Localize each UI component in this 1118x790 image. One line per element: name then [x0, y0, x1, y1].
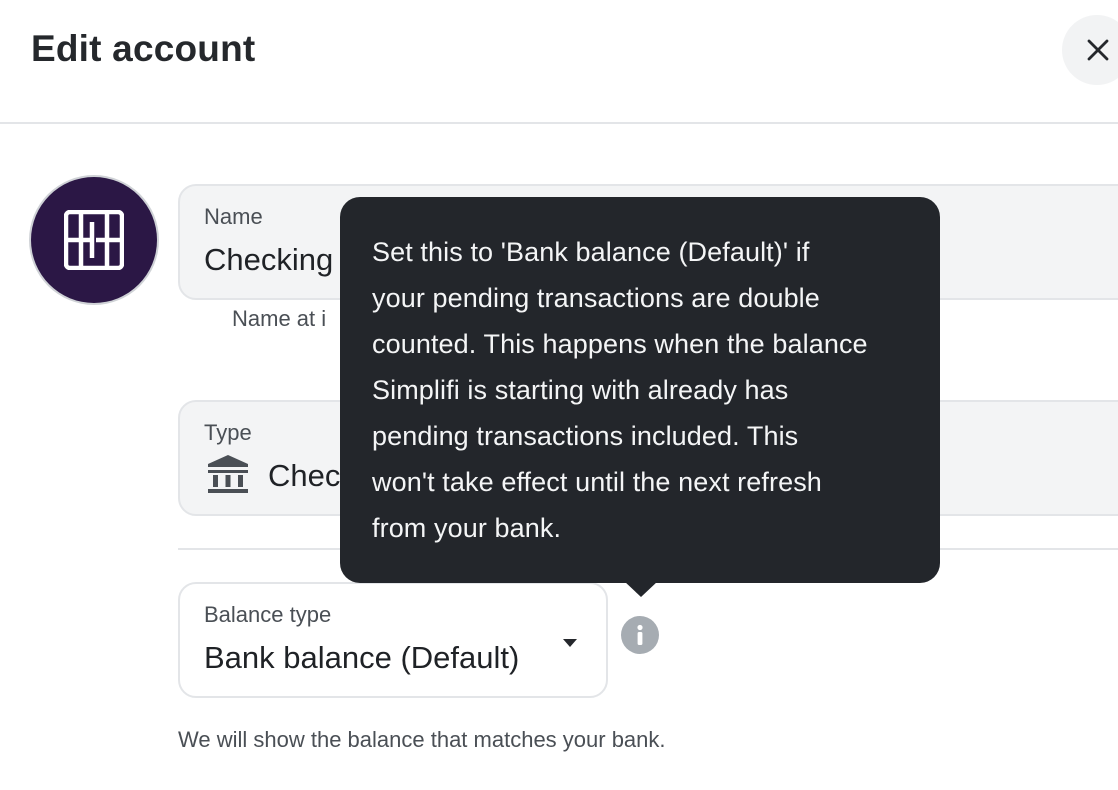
name-helper-text: Name at i [232, 306, 327, 331]
tooltip-line: won't take effect until the next refresh [372, 467, 822, 497]
info-icon[interactable] [621, 616, 659, 654]
chevron-down-icon [563, 639, 577, 647]
close-icon [1087, 39, 1109, 61]
name-field-label: Name [204, 204, 263, 229]
tooltip-line: counted. This happens when the balance [372, 329, 868, 359]
tooltip-arrow [624, 581, 658, 597]
balance-type-label: Balance type [204, 602, 332, 627]
institution-logo-icon [64, 210, 124, 270]
info-tooltip: Set this to 'Bank balance (Default)' if … [340, 197, 940, 583]
tooltip-line: your pending transactions are double [372, 283, 820, 313]
close-button[interactable] [1062, 15, 1118, 85]
dialog-header: Edit account [0, 0, 1118, 124]
balance-type-select[interactable]: Balance type Bank balance (Default) [178, 582, 608, 698]
page-title: Edit account [31, 28, 256, 69]
tooltip-text: Set this to 'Bank balance (Default)' if … [372, 229, 912, 551]
tooltip-line: from your bank. [372, 513, 562, 543]
bank-icon [208, 455, 248, 493]
tooltip-line: pending transactions included. This [372, 421, 799, 451]
balance-helper-text: We will show the balance that matches yo… [178, 727, 666, 752]
balance-type-value: Bank balance (Default) [204, 640, 520, 675]
tooltip-line: Simplifi is starting with already has [372, 375, 789, 405]
tooltip-line: Set this to 'Bank balance (Default)' if [372, 237, 810, 267]
avatar[interactable] [31, 177, 157, 303]
name-input[interactable]: Checking [204, 242, 333, 278]
type-select-value: Chec [268, 458, 341, 493]
type-field-label: Type [204, 420, 252, 445]
